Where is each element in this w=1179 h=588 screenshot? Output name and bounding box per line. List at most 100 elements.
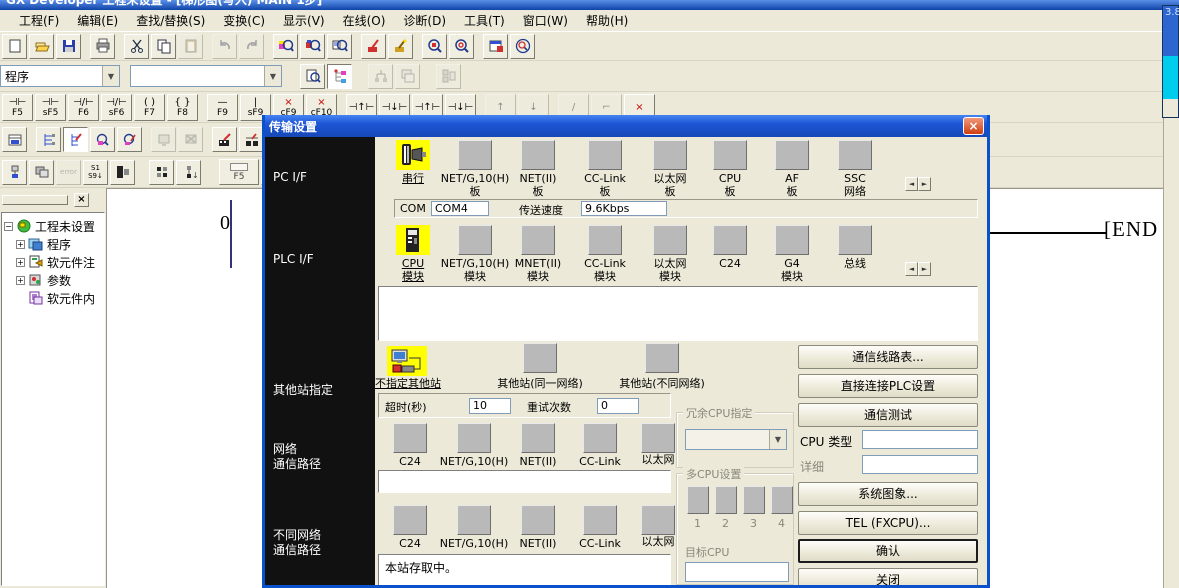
save-project-button[interactable] — [56, 34, 81, 59]
statement-edit-button[interactable] — [388, 34, 413, 59]
macro-button[interactable] — [395, 64, 420, 89]
find-in-comment-button[interactable] — [90, 127, 115, 152]
sfc-block-button[interactable] — [110, 160, 135, 185]
ladder-logic-test-button[interactable] — [2, 127, 27, 152]
diffnet-netg-icon[interactable] — [457, 505, 491, 535]
menu-project[interactable]: 工程(F) — [10, 10, 68, 31]
monitor-mode-button[interactable] — [510, 34, 535, 59]
diffnet-c24-icon[interactable] — [393, 505, 427, 535]
redo-button[interactable] — [239, 34, 264, 59]
plc-if-cclink-icon[interactable] — [588, 225, 622, 255]
pc-if-ssc-icon[interactable] — [838, 140, 872, 170]
multi-cpu-2-icon[interactable] — [715, 486, 737, 514]
new-project-button[interactable] — [2, 34, 27, 59]
tree-root[interactable]: − 工程未设置 — [2, 217, 104, 235]
net-cclink-label[interactable]: CC-Link — [579, 455, 621, 468]
closed-contact-button[interactable]: ⊣/⊢F6 — [68, 94, 99, 121]
pc-if-netg-icon[interactable] — [458, 140, 492, 170]
menu-convert[interactable]: 变换(C) — [214, 10, 274, 31]
menu-window[interactable]: 窗口(W) — [514, 10, 577, 31]
net-net2-icon[interactable] — [521, 423, 555, 453]
grid-display-button[interactable] — [149, 160, 174, 185]
diffnet-net2-icon[interactable] — [521, 505, 555, 535]
expand-icon[interactable]: + — [16, 276, 25, 285]
closed-branch-button[interactable]: ⊣/⊢sF6 — [101, 94, 132, 121]
plc-if-ethernet-icon[interactable] — [653, 225, 687, 255]
comment-display-button[interactable] — [300, 64, 325, 89]
timeout-field[interactable]: 10 — [469, 398, 511, 414]
no-other-station-icon[interactable] — [387, 346, 427, 376]
pc-if-cpu-icon[interactable] — [713, 140, 747, 170]
expand-icon[interactable]: + — [16, 240, 25, 249]
redundant-cpu-select[interactable]: ▼ — [685, 429, 787, 450]
plc-if-cpu-label[interactable]: CPU 模块 — [402, 257, 424, 283]
close-button[interactable]: 关闭 — [798, 568, 978, 588]
net-c24-label[interactable]: C24 — [399, 455, 421, 468]
coil-button[interactable]: ( )F7 — [134, 94, 165, 121]
menu-help[interactable]: 帮助(H) — [577, 10, 637, 31]
pc-if-af-label[interactable]: AF 板 — [785, 172, 799, 198]
plc-if-mnet2-icon[interactable] — [521, 225, 555, 255]
tree-item-program[interactable]: + 程序 — [2, 235, 104, 253]
pc-if-ethernet-label[interactable]: 以太网 板 — [654, 172, 687, 198]
device-select[interactable]: ▼ — [130, 65, 282, 87]
pc-if-netg-label[interactable]: NET/G,10(H) 板 — [441, 172, 509, 198]
block-error-check-button[interactable]: error — [56, 160, 81, 185]
no-other-station-label[interactable]: 不指定其他站 — [375, 377, 441, 390]
application-instruction-button[interactable]: { }F8 — [167, 94, 198, 121]
sorted-contact-button[interactable] — [368, 64, 393, 89]
diffnet-cclink-icon[interactable] — [583, 505, 617, 535]
scroll-right-icon[interactable]: ► — [918, 177, 931, 191]
multi-cpu-3-icon[interactable] — [743, 486, 765, 514]
plc-if-g4-icon[interactable] — [775, 225, 809, 255]
net-net2-label[interactable]: NET(II) — [520, 455, 557, 468]
pc-if-cclink-label[interactable]: CC-Link 板 — [584, 172, 626, 198]
comm-line-list-button[interactable]: 通信线路表... — [798, 345, 978, 369]
speed-field[interactable]: 9.6Kbps — [581, 201, 667, 216]
diffnet-ethernet-icon[interactable] — [641, 505, 675, 535]
open-branch-button[interactable]: ⊣⊢sF5 — [35, 94, 66, 121]
diffnet-ethernet-label[interactable]: 以太网 — [642, 535, 675, 548]
net-c24-icon[interactable] — [393, 423, 427, 453]
find-edit-button[interactable] — [117, 127, 142, 152]
open-contact-button[interactable]: ⊣⊢F5 — [2, 94, 33, 121]
copy-button[interactable] — [151, 34, 176, 59]
multi-cpu-1-icon[interactable] — [687, 486, 709, 514]
pc-if-cclink-icon[interactable] — [588, 140, 622, 170]
write-to-plc-button[interactable] — [212, 127, 237, 152]
plc-if-c24-icon[interactable] — [713, 225, 747, 255]
zoom-out-button[interactable] — [449, 34, 474, 59]
diffnet-cclink-label[interactable]: CC-Link — [579, 537, 621, 550]
target-cpu-field[interactable] — [685, 562, 789, 582]
net-netg-label[interactable]: NET/G,10(H) — [440, 455, 508, 468]
contact-coil-search-button[interactable] — [239, 127, 264, 152]
menu-online[interactable]: 在线(O) — [334, 10, 395, 31]
project-data-list-button[interactable] — [483, 34, 508, 59]
other-station-same-label[interactable]: 其他站(同一网络) — [497, 377, 583, 390]
paste-button[interactable] — [178, 34, 203, 59]
zoom-indicator-window[interactable]: 3.8 — [1162, 5, 1179, 118]
diffnet-netg-label[interactable]: NET/G,10(H) — [440, 537, 508, 550]
diffnet-c24-label[interactable]: C24 — [399, 537, 421, 550]
print-button[interactable] — [90, 34, 115, 59]
horizontal-line-button[interactable]: —F9 — [207, 94, 238, 121]
tel-fxcpu-button[interactable]: TEL (FXCPU)... — [798, 511, 978, 535]
label-program-button[interactable] — [436, 64, 461, 89]
net-ethernet-label[interactable]: 以太网 — [642, 453, 675, 466]
menu-diagnostics[interactable]: 诊断(D) — [394, 10, 455, 31]
scroll-left-icon[interactable]: ◄ — [905, 262, 918, 276]
plc-if-cpu-icon[interactable] — [396, 225, 430, 255]
com-port-field[interactable]: COM4 — [431, 201, 489, 216]
scroll-right-icon[interactable]: ► — [918, 262, 931, 276]
sfc-symbol-f5-button[interactable]: F5 — [219, 159, 259, 185]
pc-if-serial-icon[interactable] — [396, 140, 430, 170]
pc-if-ethernet-icon[interactable] — [653, 140, 687, 170]
step-transition-button[interactable] — [2, 160, 27, 185]
other-station-diff-label[interactable]: 其他站(不同网络) — [619, 377, 705, 390]
project-tree-toggle-button[interactable] — [327, 64, 352, 89]
pc-if-net2-icon[interactable] — [521, 140, 555, 170]
block-list-button[interactable] — [29, 160, 54, 185]
tree-item-parameter[interactable]: + 参数 — [2, 271, 104, 289]
cut-button[interactable] — [124, 34, 149, 59]
plc-if-ethernet-label[interactable]: 以太网 模块 — [654, 257, 687, 283]
